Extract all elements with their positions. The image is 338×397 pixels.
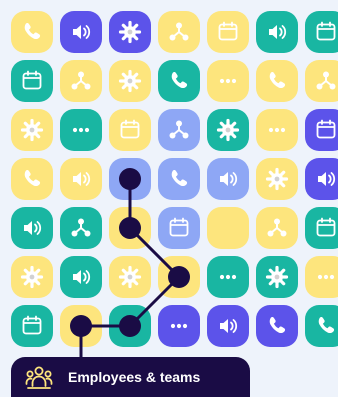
gear-icon — [265, 265, 289, 289]
speaker-icon — [220, 172, 238, 186]
tile-r2-c6[interactable] — [305, 109, 338, 151]
tile-r4-c3[interactable] — [158, 207, 200, 249]
tile-r5-c6[interactable] — [305, 256, 338, 298]
tile-r4-c2[interactable] — [109, 207, 151, 249]
tile-r4-c5[interactable] — [256, 207, 298, 249]
tile-r0-c4[interactable] — [207, 11, 249, 53]
tile-r4-c1[interactable] — [60, 207, 102, 249]
phone-icon — [269, 316, 286, 334]
speaker-icon — [269, 25, 287, 39]
tile-r6-c6[interactable] — [305, 305, 338, 347]
tile-r6-c3[interactable] — [158, 305, 200, 347]
speaker-icon — [73, 172, 91, 186]
tile-r1-c0[interactable] — [11, 60, 53, 102]
tile-r5-c3[interactable] — [158, 256, 200, 298]
speaker-icon — [24, 221, 42, 235]
phone-icon — [24, 22, 41, 40]
tile-r6-c4[interactable] — [207, 305, 249, 347]
tile-r2-c1[interactable] — [60, 109, 102, 151]
tile-r5-c0[interactable] — [11, 256, 53, 298]
tile-r0-c5[interactable] — [256, 11, 298, 53]
tile-r5-c5[interactable] — [256, 256, 298, 298]
gear-icon — [118, 69, 142, 93]
tile-r5-c2[interactable] — [109, 256, 151, 298]
category-label: Employees & teams — [68, 369, 201, 385]
network-icon — [316, 71, 336, 90]
tile-r4-c4[interactable] — [207, 207, 249, 249]
tile-r6-c2[interactable] — [109, 305, 151, 347]
gear-icon — [118, 265, 142, 289]
tile-r2-c3[interactable] — [158, 109, 200, 151]
gear-icon — [20, 118, 44, 142]
tile-r6-c1[interactable] — [60, 305, 102, 347]
tile-r1-c2[interactable] — [109, 60, 151, 102]
network-icon — [71, 71, 91, 90]
gear-icon — [265, 167, 289, 191]
phone-icon — [171, 71, 188, 89]
tile-r5-c4[interactable] — [207, 256, 249, 298]
dots-icon — [317, 274, 335, 280]
phone-icon — [269, 71, 286, 89]
dots-icon — [219, 78, 237, 84]
tile-r2-c0[interactable] — [11, 109, 53, 151]
tile-r0-c3[interactable] — [158, 11, 200, 53]
tile-r3-c3[interactable] — [158, 158, 200, 200]
tile-r3-c4[interactable] — [207, 158, 249, 200]
tile-r0-c1[interactable] — [60, 11, 102, 53]
team-icon — [24, 362, 54, 392]
tile-r1-c6[interactable] — [305, 60, 338, 102]
network-icon — [169, 120, 189, 139]
speaker-icon — [73, 25, 91, 39]
dots-icon — [72, 127, 90, 133]
speaker-icon — [318, 172, 336, 186]
game-board — [0, 0, 338, 396]
tile-r1-c1[interactable] — [60, 60, 102, 102]
tile-r6-c5[interactable] — [256, 305, 298, 347]
tile-r3-c0[interactable] — [11, 158, 53, 200]
phone-icon — [24, 169, 41, 187]
dots-icon — [268, 127, 286, 133]
phone-icon — [171, 169, 188, 187]
tile-r2-c2[interactable] — [109, 109, 151, 151]
network-icon — [267, 218, 287, 237]
phone-icon — [318, 316, 335, 334]
calendar-icon — [22, 315, 42, 335]
speaker-icon — [220, 319, 238, 333]
tile-r3-c1[interactable] — [60, 158, 102, 200]
dots-icon — [170, 323, 188, 329]
tile-r2-c5[interactable] — [256, 109, 298, 151]
dots-icon — [219, 274, 237, 280]
network-icon — [169, 22, 189, 41]
calendar-icon — [316, 217, 336, 237]
tile-r0-c6[interactable] — [305, 11, 338, 53]
calendar-icon — [218, 21, 238, 41]
tile-r5-c1[interactable] — [60, 256, 102, 298]
gear-icon — [20, 265, 44, 289]
tile-r0-c0[interactable] — [11, 11, 53, 53]
category-badge: Employees & teams — [11, 357, 250, 397]
tile-r3-c5[interactable] — [256, 158, 298, 200]
calendar-icon — [22, 70, 42, 90]
tile-r1-c3[interactable] — [158, 60, 200, 102]
gear-icon — [118, 20, 142, 44]
calendar-icon — [169, 217, 189, 237]
calendar-icon — [120, 119, 140, 139]
gear-icon — [216, 118, 240, 142]
calendar-icon — [316, 119, 336, 139]
network-icon — [71, 218, 91, 237]
speaker-icon — [73, 270, 91, 284]
tile-r0-c2[interactable] — [109, 11, 151, 53]
calendar-icon — [316, 21, 336, 41]
tile-r1-c5[interactable] — [256, 60, 298, 102]
tile-r1-c4[interactable] — [207, 60, 249, 102]
tile-r6-c0[interactable] — [11, 305, 53, 347]
tile-r2-c4[interactable] — [207, 109, 249, 151]
tile-r4-c6[interactable] — [305, 207, 338, 249]
tile-r3-c6[interactable] — [305, 158, 338, 200]
tile-r4-c0[interactable] — [11, 207, 53, 249]
tile-r3-c2[interactable] — [109, 158, 151, 200]
